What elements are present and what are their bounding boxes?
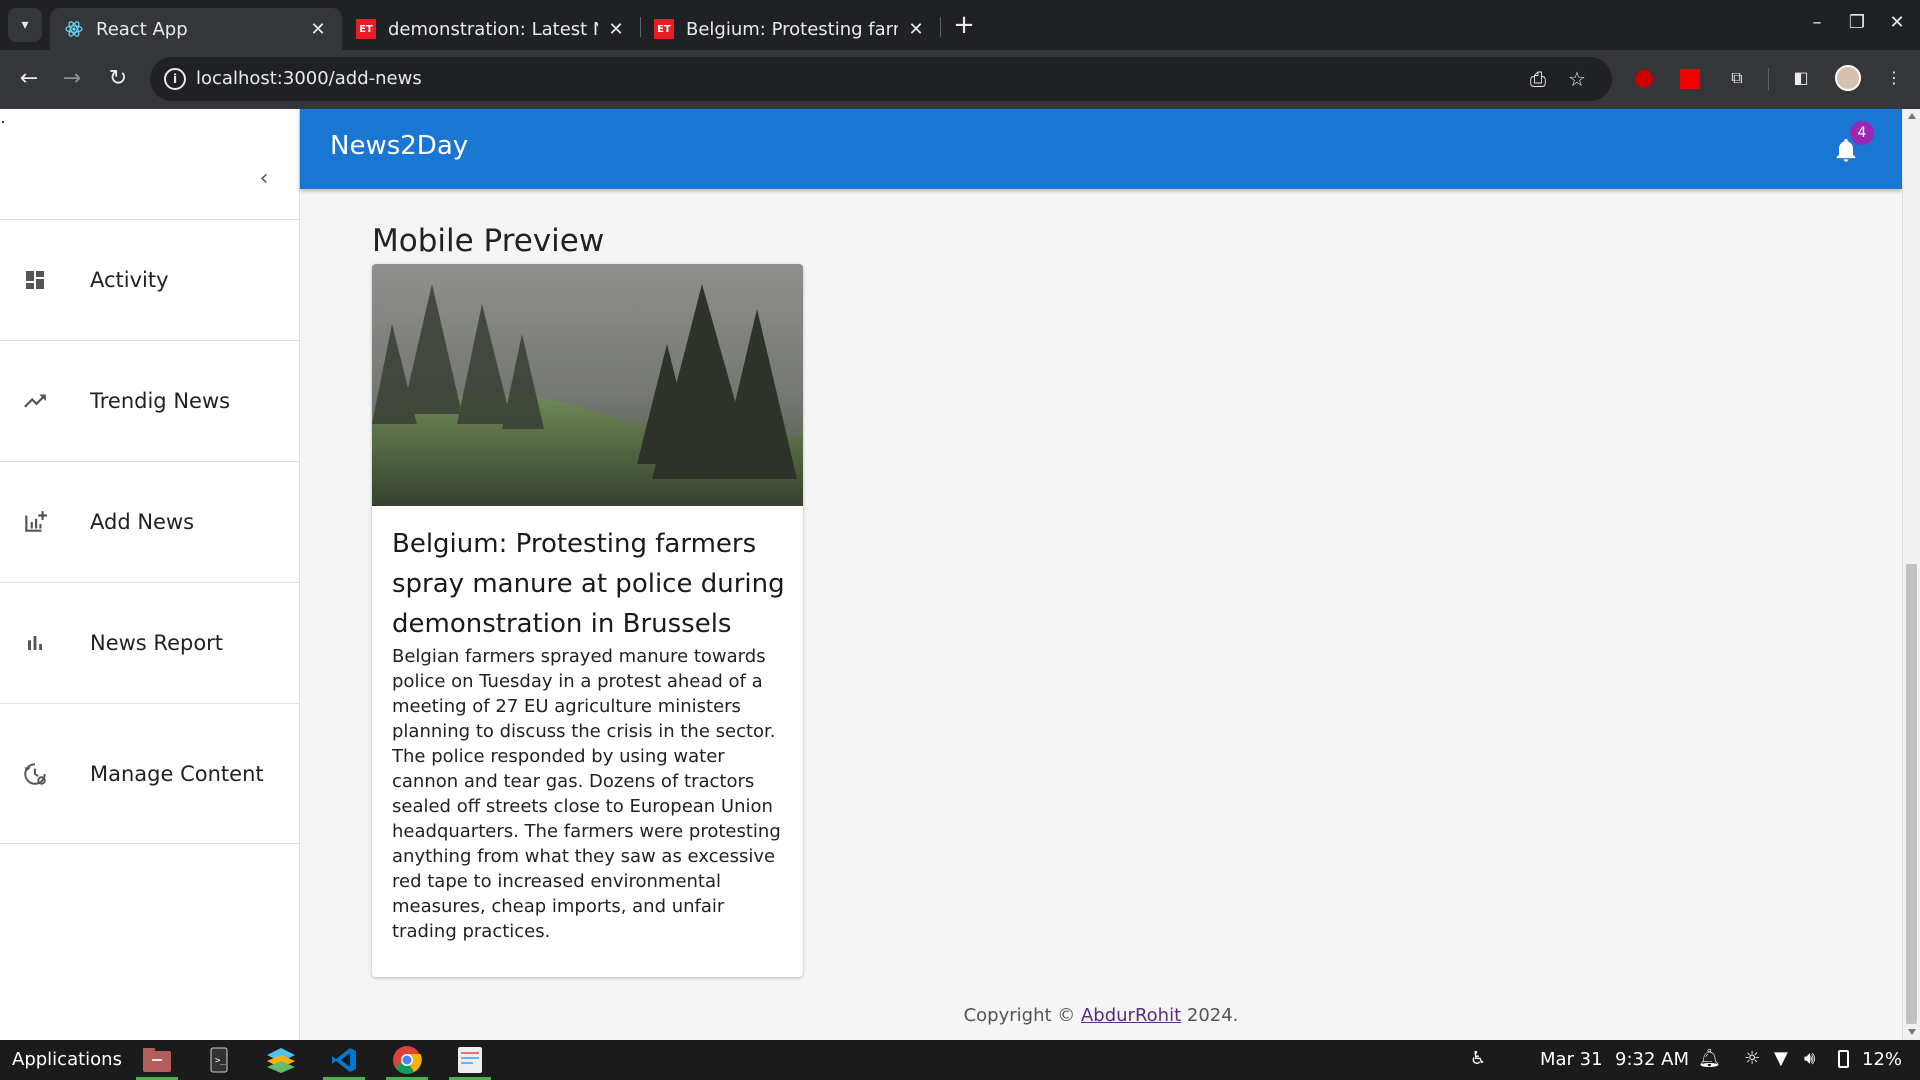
sidebar-item-news-report[interactable]: News Report xyxy=(0,582,299,703)
tab-react-app[interactable]: React App ✕ xyxy=(50,8,342,50)
dashboard-icon xyxy=(22,267,48,293)
collapse-sidebar-chevron-icon[interactable]: ‹ xyxy=(252,167,276,191)
puzzle-extensions-icon[interactable]: ⧉ xyxy=(1725,66,1749,90)
page-viewport: ‹ Activity Trendig News Add News News Re… xyxy=(0,109,1920,1040)
accessibility-icon[interactable]: ♿ xyxy=(1470,1048,1486,1069)
trending-up-icon xyxy=(22,388,48,414)
close-tab-icon[interactable]: ✕ xyxy=(606,19,626,40)
browser-toolbar: ← → ↻ i localhost:3000/add-news ⎙ ☆ xyxy=(0,50,1920,109)
toolbar-divider xyxy=(1768,68,1769,90)
restore-icon[interactable]: ❐ xyxy=(1843,12,1871,33)
ublock-icon[interactable] xyxy=(1635,70,1653,88)
notification-bell-icon[interactable]: 🔔︎ xyxy=(1698,1048,1721,1069)
address-bar[interactable]: i localhost:3000/add-news ⎙ ☆ xyxy=(150,57,1612,101)
more-menu-icon[interactable]: ⋮ xyxy=(1882,66,1906,90)
close-window-icon[interactable]: ✕ xyxy=(1883,12,1911,33)
extension-red-icon[interactable] xyxy=(1680,69,1700,89)
vscode-icon[interactable] xyxy=(323,1044,365,1080)
sidebar-item-label: Trendig News xyxy=(90,389,231,413)
text-editor-icon[interactable] xyxy=(449,1044,491,1080)
app-bar: News2Day 4 xyxy=(300,109,1902,189)
taskbar-date[interactable]: Mar 31 xyxy=(1540,1049,1603,1070)
sidebar-item-manage-content[interactable]: Manage Content xyxy=(0,703,299,844)
brightness-icon[interactable]: ☼ xyxy=(1744,1048,1760,1069)
close-tab-icon[interactable]: ✕ xyxy=(308,19,328,40)
wifi-icon[interactable]: ▼ xyxy=(1774,1048,1788,1069)
sidebar-item-activity[interactable]: Activity xyxy=(0,219,299,340)
sidebar-item-label: Activity xyxy=(90,268,169,292)
sidebar-item-label: Add News xyxy=(90,510,195,534)
news-headline: Belgium: Protesting farmers spray manure… xyxy=(392,529,785,639)
et-favicon-icon: ET xyxy=(356,19,376,39)
section-title: Mobile Preview xyxy=(372,223,605,259)
os-taskbar: Applications >_ ♿ Mar 31 9:32 AM 🔔︎ ☼ ▼ … xyxy=(0,1040,1920,1080)
tab-title: Belgium: Protesting farm xyxy=(686,18,898,40)
footer: Copyright © AbdurRohit 2024. xyxy=(300,1005,1902,1026)
sidebar-item-trending-news[interactable]: Trendig News xyxy=(0,340,299,461)
volume-icon[interactable]: 🔊︎ xyxy=(1804,1048,1815,1069)
file-manager-icon[interactable] xyxy=(136,1044,178,1080)
scrollbar-thumb[interactable] xyxy=(1906,564,1917,1024)
stray-dot xyxy=(2,121,4,123)
react-icon xyxy=(64,19,84,39)
tab-title: React App xyxy=(96,18,188,40)
bar-chart-icon xyxy=(22,630,48,656)
bookmark-star-icon[interactable]: ☆ xyxy=(1568,67,1586,91)
profile-avatar[interactable] xyxy=(1835,65,1861,91)
install-app-icon[interactable]: ⎙ xyxy=(1530,67,1546,91)
et-favicon-icon: ET xyxy=(654,19,674,39)
tab-belgium[interactable]: ET Belgium: Protesting farm ✕ xyxy=(640,8,940,50)
layers-app-icon[interactable] xyxy=(264,1044,298,1076)
new-tab-button[interactable]: + xyxy=(950,12,978,40)
terminal-icon[interactable]: >_ xyxy=(202,1044,236,1076)
browser-tab-bar: ▾ React App ✕ ET demonstration: Latest N… xyxy=(0,0,1920,50)
taskbar-time[interactable]: 9:32 AM xyxy=(1615,1049,1689,1070)
sidebar-item-label: News Report xyxy=(90,631,224,655)
battery-icon[interactable] xyxy=(1838,1050,1849,1068)
news-image xyxy=(372,264,803,506)
battery-percent: 12% xyxy=(1862,1049,1903,1070)
author-link[interactable]: AbdurRohit xyxy=(1081,1005,1181,1026)
notification-badge: 4 xyxy=(1850,121,1874,145)
tab-search-button[interactable]: ▾ xyxy=(8,8,42,42)
sidebar-item-label: Manage Content xyxy=(90,761,264,786)
news-body: Belgian farmers sprayed manure towards p… xyxy=(392,646,781,942)
sidebar-menu: Activity Trendig News Add News News Repo… xyxy=(0,219,299,844)
manage-history-icon xyxy=(22,761,48,787)
copyright-year: 2024. xyxy=(1181,1005,1239,1026)
news-preview-card: Belgium: Protesting farmers spray manure… xyxy=(372,264,803,977)
tab-title: demonstration: Latest N xyxy=(388,18,598,40)
close-tab-icon[interactable]: ✕ xyxy=(906,19,926,40)
back-arrow-icon[interactable]: ← xyxy=(14,64,44,94)
svg-text:>_: >_ xyxy=(215,1056,226,1066)
add-chart-icon xyxy=(22,509,48,535)
site-info-icon[interactable]: i xyxy=(164,68,186,90)
chrome-icon[interactable] xyxy=(386,1044,428,1080)
reload-icon[interactable]: ↻ xyxy=(103,64,133,94)
scroll-down-arrow-icon[interactable] xyxy=(1908,1029,1916,1035)
side-panel-icon[interactable]: ◧ xyxy=(1789,66,1813,90)
forward-arrow-icon[interactable]: → xyxy=(57,64,87,94)
sidebar: ‹ Activity Trendig News Add News News Re… xyxy=(0,109,300,1040)
url-text[interactable]: localhost:3000/add-news xyxy=(196,68,422,89)
scroll-up-arrow-icon[interactable] xyxy=(1908,113,1916,119)
applications-menu[interactable]: Applications xyxy=(12,1049,122,1070)
copyright-prefix: Copyright © xyxy=(963,1005,1081,1026)
sidebar-item-add-news[interactable]: Add News xyxy=(0,461,299,582)
page-scrollbar[interactable] xyxy=(1902,109,1920,1040)
tab-separator xyxy=(940,17,941,37)
tab-demonstration[interactable]: ET demonstration: Latest N ✕ xyxy=(342,8,640,50)
app-title: News2Day xyxy=(330,131,469,161)
minimize-icon[interactable]: – xyxy=(1803,12,1831,33)
